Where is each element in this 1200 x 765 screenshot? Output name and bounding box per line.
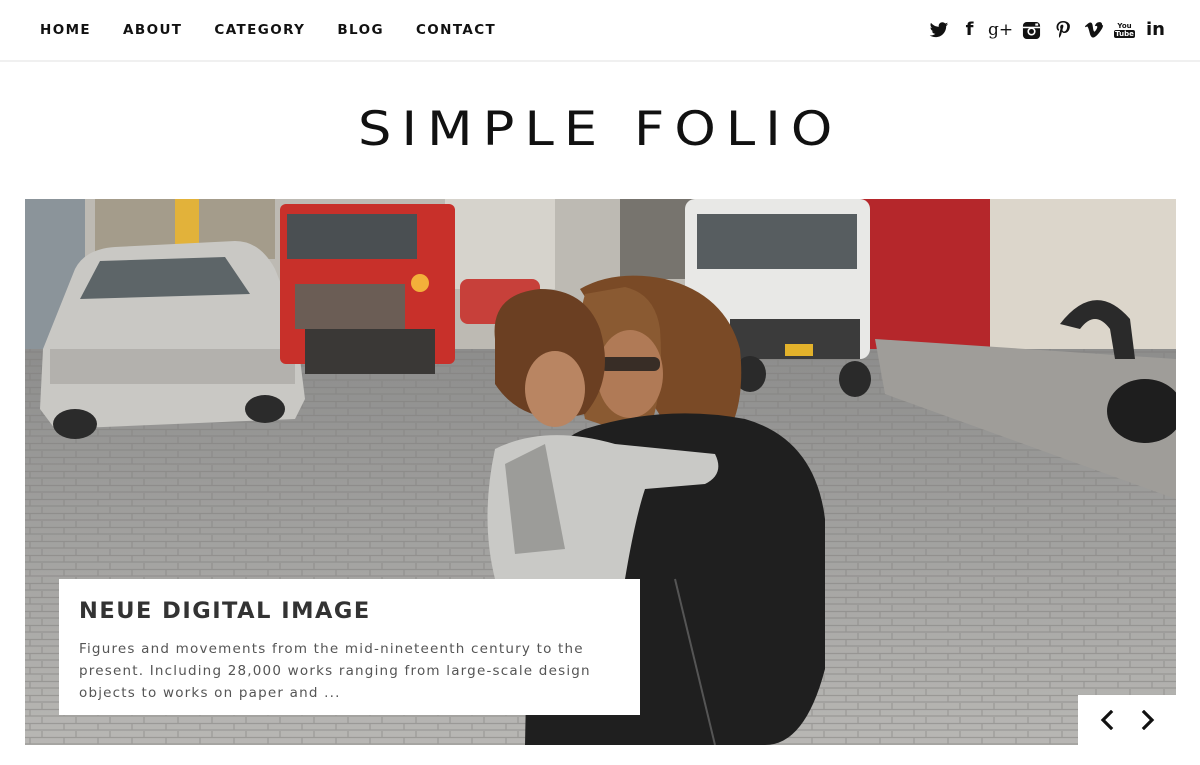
facebook-icon[interactable]: f [959, 18, 980, 42]
nav-category[interactable]: CATEGORY [214, 21, 305, 39]
vimeo-icon[interactable] [1083, 18, 1104, 42]
nav-about[interactable]: ABOUT [123, 21, 182, 39]
instagram-icon[interactable] [1021, 18, 1042, 42]
linkedin-icon[interactable]: in [1145, 18, 1166, 42]
featured-slider: NEUE DIGITAL IMAGE Figures and movements… [25, 199, 1176, 745]
nav-home[interactable]: HOME [40, 21, 91, 39]
youtube-icon-text-top: You [1117, 22, 1132, 30]
slide-excerpt: Figures and movements from the mid-ninet… [79, 641, 591, 701]
social-links: f g+ You Tube in [928, 18, 1166, 42]
chevron-right-icon[interactable] [1133, 705, 1163, 735]
twitter-icon[interactable] [928, 18, 949, 42]
main-menu: HOME ABOUT CATEGORY BLOG CONTACT [40, 21, 496, 39]
youtube-icon-text-bottom: Tube [1114, 30, 1135, 38]
youtube-icon[interactable]: You Tube [1114, 18, 1135, 42]
chevron-left-icon[interactable] [1092, 705, 1122, 735]
top-navigation-bar: HOME ABOUT CATEGORY BLOG CONTACT f g+ Yo… [0, 0, 1200, 62]
site-logo[interactable]: SIMPLE FOLIO [0, 98, 1200, 160]
slide-title[interactable]: NEUE DIGITAL IMAGE [79, 597, 620, 625]
slider-controls [1078, 695, 1176, 745]
nav-contact[interactable]: CONTACT [416, 21, 496, 39]
google-plus-icon[interactable]: g+ [988, 18, 1013, 42]
pinterest-icon[interactable] [1052, 18, 1073, 42]
slide-caption: NEUE DIGITAL IMAGE Figures and movements… [59, 579, 640, 715]
site-title: SIMPLE FOLIO [357, 101, 843, 157]
nav-blog[interactable]: BLOG [337, 21, 384, 39]
